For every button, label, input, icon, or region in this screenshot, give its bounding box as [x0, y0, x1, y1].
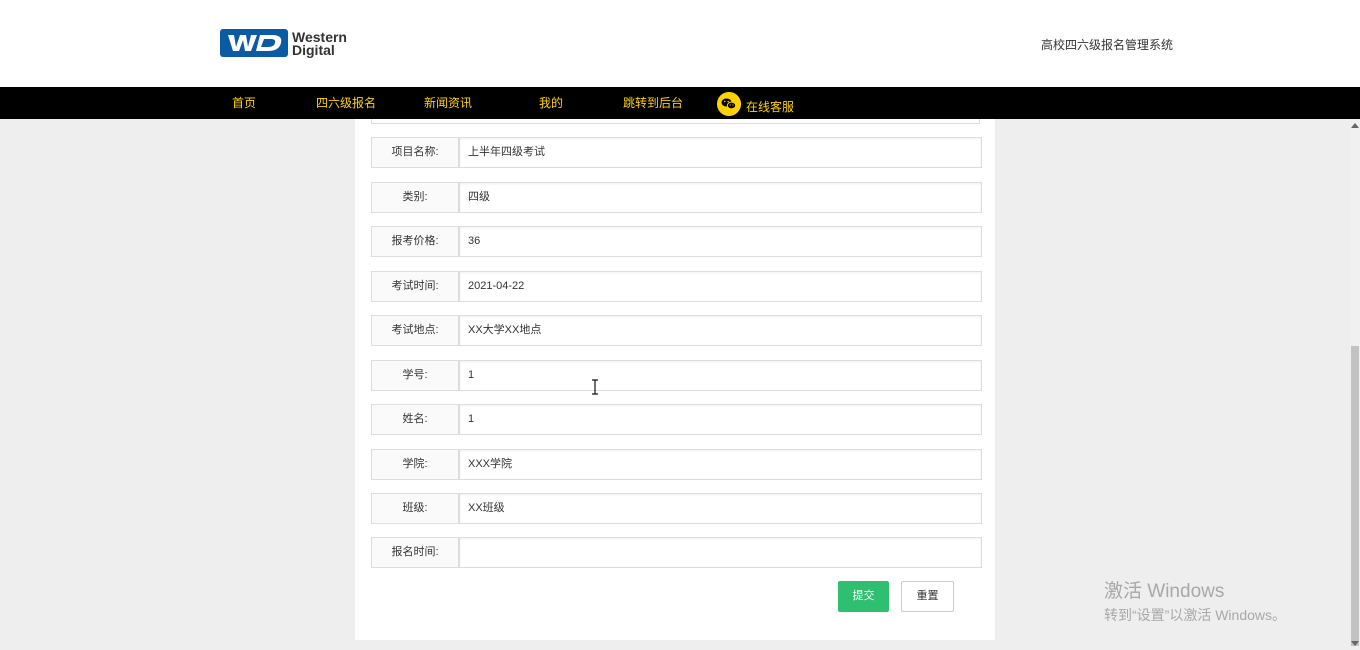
- scrollbar-thumb[interactable]: [1351, 346, 1359, 646]
- input-category[interactable]: 四级: [459, 182, 982, 213]
- registration-form: 项目名称: 上半年四级考试 类别: 四级 报考价格: 36 考试时间: 2021…: [355, 119, 995, 640]
- label-price: 报考价格:: [371, 226, 459, 257]
- input-exam-location[interactable]: XX大学XX地点: [459, 315, 982, 346]
- scroll-up-icon[interactable]: [1351, 123, 1359, 128]
- western-digital-logo[interactable]: Western Digital: [220, 28, 370, 58]
- label-exam-date: 考试时间:: [371, 271, 459, 302]
- label-student-id: 学号:: [371, 360, 459, 391]
- vertical-scrollbar[interactable]: [1350, 119, 1360, 650]
- label-class: 班级:: [371, 493, 459, 524]
- text-cursor-icon: [592, 379, 598, 395]
- nav-admin[interactable]: 跳转到后台: [623, 87, 683, 119]
- form-row-exam-location: 考试地点: XX大学XX地点: [371, 315, 982, 346]
- activation-subtitle: 转到“设置”以激活 Windows。: [1104, 607, 1287, 623]
- form-row-exam-date: 考试时间: 2021-04-22: [371, 271, 982, 302]
- form-row-registration-time: 报名时间:: [371, 537, 982, 568]
- form-row-name: 姓名: 1: [371, 404, 982, 435]
- logo-word-digital: Digital: [292, 42, 335, 58]
- submit-button[interactable]: 提交: [838, 581, 889, 612]
- form-row-class: 班级: XX班级: [371, 493, 982, 524]
- form-row-project-name: 项目名称: 上半年四级考试: [371, 137, 982, 168]
- scroll-down-icon[interactable]: [1351, 641, 1359, 646]
- nav-cet-registration[interactable]: 四六级报名: [316, 87, 376, 119]
- site-title: 高校四六级报名管理系统: [1041, 38, 1174, 52]
- input-college[interactable]: XXX学院: [459, 449, 982, 480]
- nav-home[interactable]: 首页: [232, 87, 256, 119]
- form-row-student-id: 学号: 1: [371, 360, 982, 391]
- online-service-label: 在线客服: [746, 100, 795, 114]
- input-exam-date[interactable]: 2021-04-22: [459, 271, 982, 302]
- form-row-category: 类别: 四级: [371, 182, 982, 213]
- input-name[interactable]: 1: [459, 404, 982, 435]
- input-student-id[interactable]: 1: [459, 360, 982, 391]
- reset-button[interactable]: 重置: [901, 581, 954, 612]
- input-class[interactable]: XX班级: [459, 493, 982, 524]
- input-project-name[interactable]: 上半年四级考试: [459, 137, 982, 168]
- label-name: 姓名:: [371, 404, 459, 435]
- site-header: Western Digital 高校四六级报名管理系统: [0, 0, 1360, 87]
- activation-title: 激活 Windows: [1104, 581, 1225, 602]
- windows-activation-watermark: 激活 Windows 转到“设置”以激活 Windows。: [1104, 576, 1286, 625]
- label-exam-location: 考试地点:: [371, 315, 459, 346]
- nav-news[interactable]: 新闻资讯: [424, 87, 472, 119]
- label-project-name: 项目名称:: [371, 137, 459, 168]
- nav-mine[interactable]: 我的: [539, 87, 563, 119]
- form-row-college: 学院: XXX学院: [371, 449, 982, 480]
- main-nav: 首页 四六级报名 新闻资讯 我的 跳转到后台: [0, 87, 1360, 119]
- input-registration-time[interactable]: [459, 537, 982, 568]
- label-category: 类别:: [371, 182, 459, 213]
- form-row-partial: [371, 119, 980, 124]
- input-price[interactable]: 36: [459, 226, 982, 257]
- label-registration-time: 报名时间:: [371, 537, 459, 568]
- form-row-price: 报考价格: 36: [371, 226, 982, 257]
- label-college: 学院:: [371, 449, 459, 480]
- wechat-icon: [717, 92, 741, 116]
